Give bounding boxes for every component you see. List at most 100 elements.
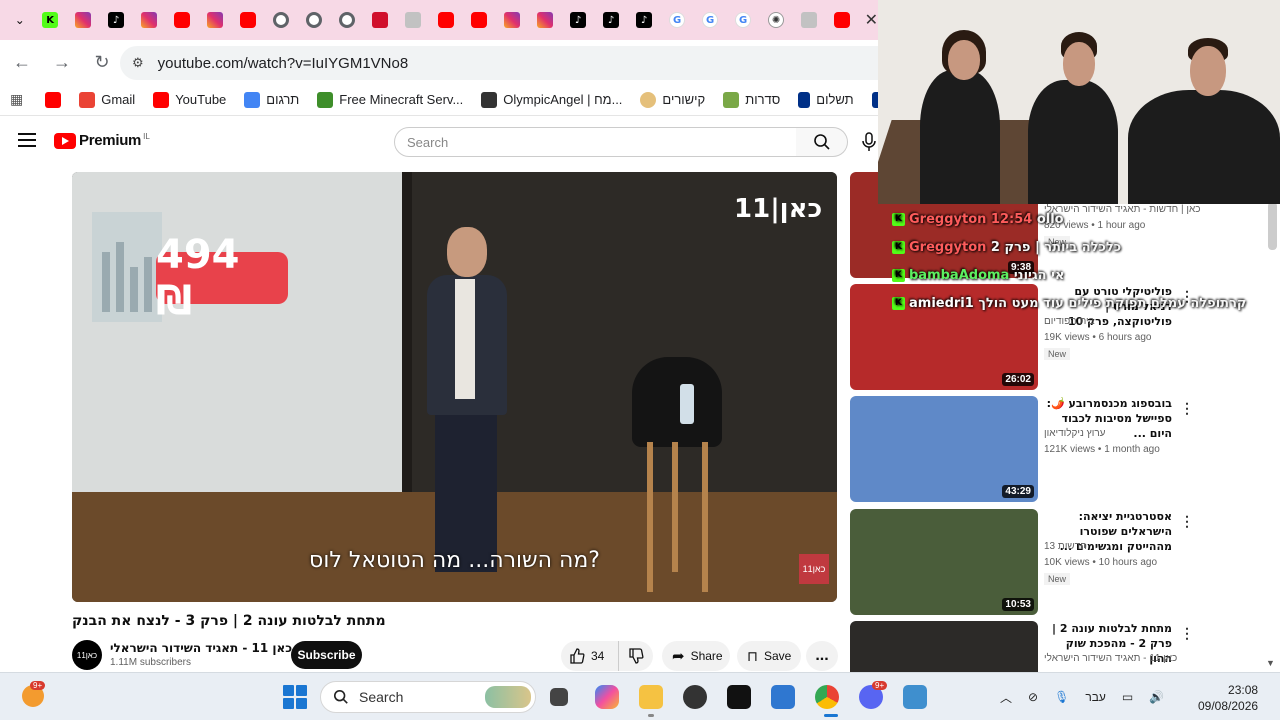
share-button[interactable]: ➦ Share bbox=[662, 641, 730, 671]
microphone-icon[interactable] bbox=[860, 132, 878, 152]
bookmark-series[interactable]: סדרות bbox=[723, 91, 780, 108]
subscribe-button[interactable]: Subscribe bbox=[291, 641, 362, 669]
browser-tab[interactable] bbox=[496, 0, 529, 40]
more-vert-icon[interactable]: ⋮ bbox=[1180, 513, 1194, 530]
channel-name[interactable]: ערוץ ניקלודיאון bbox=[1044, 428, 1105, 439]
browser-tab[interactable]: ♪ bbox=[562, 0, 595, 40]
paypal-icon bbox=[798, 91, 811, 108]
browser-tab[interactable]: G bbox=[727, 0, 760, 40]
browser-tab[interactable] bbox=[793, 0, 826, 40]
close-icon[interactable]: ✕ bbox=[865, 10, 878, 30]
browser-tab[interactable]: ♪ bbox=[100, 0, 133, 40]
browser-tab[interactable]: ♪ bbox=[595, 0, 628, 40]
task-view-icon[interactable] bbox=[550, 688, 568, 706]
menu-icon[interactable] bbox=[18, 133, 36, 147]
bookmark-payment[interactable]: תשלום bbox=[798, 91, 854, 108]
bookmark-minecraft[interactable]: Free Minecraft Serv... bbox=[317, 91, 463, 108]
reload-button[interactable]: ↻ bbox=[84, 44, 120, 80]
tab-search-dropdown[interactable]: ⌄ bbox=[6, 0, 34, 40]
chevron-up-icon[interactable]: ︿ bbox=[1000, 689, 1012, 706]
browser-tab[interactable]: ♪ bbox=[628, 0, 661, 40]
browser-tab[interactable] bbox=[529, 0, 562, 40]
recommended-video[interactable]: 10:53 אסטרטגיית יציאה: הישראלים שפוטרו מה… bbox=[848, 509, 1268, 615]
browser-tab[interactable] bbox=[364, 0, 397, 40]
photos-icon[interactable] bbox=[903, 685, 927, 709]
youtube-icon bbox=[54, 132, 76, 149]
avatar[interactable]: כאן11 bbox=[72, 640, 102, 670]
davinci-icon[interactable] bbox=[683, 685, 707, 709]
youtube-icon bbox=[174, 12, 191, 28]
browser-tab[interactable] bbox=[463, 0, 496, 40]
file-explorer-icon[interactable] bbox=[639, 685, 663, 709]
like-button[interactable]: 34 bbox=[561, 641, 619, 671]
dislike-button[interactable] bbox=[619, 641, 653, 671]
address-bar[interactable]: ⚙ youtube.com/watch?v=IuIYGM1VNo8 bbox=[120, 46, 880, 80]
date: 09/08/2026 bbox=[1198, 699, 1259, 713]
browser-tab[interactable] bbox=[397, 0, 430, 40]
browser-tab[interactable]: G bbox=[661, 0, 694, 40]
display-icon[interactable]: ▭ bbox=[1122, 690, 1133, 704]
youtube-logo[interactable]: Premium IL bbox=[54, 132, 150, 149]
chat-line: Kamiedri1 קרתופלה עמלם תפוקת פילים עוד מ… bbox=[892, 296, 1246, 311]
browser-tab[interactable]: G bbox=[694, 0, 727, 40]
channel-name[interactable]: בית הפודיום bbox=[1044, 316, 1095, 327]
ndi-icon[interactable] bbox=[727, 685, 751, 709]
search-button[interactable] bbox=[796, 127, 848, 157]
taskbar-search[interactable]: Search bbox=[320, 681, 536, 713]
forward-button[interactable]: → bbox=[44, 44, 80, 80]
search-input[interactable]: Search bbox=[394, 127, 797, 157]
scroll-down-icon[interactable]: ▼ bbox=[1266, 658, 1275, 668]
browser-tab[interactable] bbox=[265, 0, 298, 40]
more-actions-button[interactable]: ... bbox=[806, 641, 838, 671]
scrollbar[interactable] bbox=[1268, 202, 1277, 250]
clock[interactable]: 23:08 09/08/2026 bbox=[1198, 682, 1258, 714]
channel-name[interactable]: כאן 11 - תאגיד השידור הישראלי ● bbox=[110, 641, 307, 655]
bookmark-gmail[interactable]: Gmail bbox=[79, 91, 135, 108]
video-title: מתחת לבלטות עונה 2 | פרק 3 - לנצח את הבנ… bbox=[72, 613, 386, 629]
browser-tab[interactable] bbox=[133, 0, 166, 40]
language-indicator[interactable]: עבר bbox=[1085, 690, 1106, 704]
channel-name[interactable]: חדשות 13 bbox=[1044, 541, 1087, 552]
start-button[interactable] bbox=[283, 685, 307, 709]
browser-tab[interactable] bbox=[166, 0, 199, 40]
browser-tab[interactable] bbox=[199, 0, 232, 40]
video-thumbnail[interactable] bbox=[850, 621, 1038, 672]
video-thumbnail[interactable]: 10:53 bbox=[850, 509, 1038, 615]
apps-grid-icon[interactable]: ▦ bbox=[10, 91, 23, 108]
youtube-icon bbox=[438, 12, 455, 28]
bookmark-translate[interactable]: תרגום bbox=[244, 91, 299, 108]
browser-tab[interactable] bbox=[826, 0, 859, 40]
browser-tab[interactable] bbox=[331, 0, 364, 40]
recommended-video[interactable]: מתחת לבלטות עונה 2 | פרק 2 - מהפכת שוק ה… bbox=[848, 621, 1268, 672]
recommended-video[interactable]: 43:29 בובספוג מכנסמרובע 🌶️: ספיישל מסיבות… bbox=[848, 396, 1268, 502]
browser-tab[interactable] bbox=[298, 0, 331, 40]
notepad-icon[interactable] bbox=[771, 685, 795, 709]
channel-name[interactable]: כאן | חדשות - תאגיד השידור הישראלי bbox=[1044, 204, 1200, 215]
chrome-icon bbox=[306, 12, 323, 28]
channel-name[interactable]: כאן 11 - תאגיד השידור הישראלי bbox=[1044, 653, 1177, 664]
volume-icon[interactable]: 🔊 bbox=[1149, 690, 1164, 704]
save-button[interactable]: ⊓ Save bbox=[737, 641, 801, 671]
chrome-icon[interactable] bbox=[815, 685, 839, 709]
bookmark-links[interactable]: קישורים bbox=[640, 91, 705, 108]
video-thumbnail[interactable]: 43:29 bbox=[850, 396, 1038, 502]
browser-tab[interactable] bbox=[232, 0, 265, 40]
more-vert-icon[interactable]: ⋮ bbox=[1180, 400, 1194, 417]
browser-tab[interactable] bbox=[67, 0, 100, 40]
back-button[interactable]: ← bbox=[4, 44, 40, 80]
more-vert-icon[interactable]: ⋮ bbox=[1180, 625, 1194, 642]
browser-tab[interactable] bbox=[430, 0, 463, 40]
site-settings-icon[interactable]: ⚙ bbox=[132, 55, 144, 71]
microphone-icon[interactable]: 🎙 bbox=[1054, 690, 1069, 704]
chart-graphic bbox=[72, 172, 407, 492]
copilot-icon[interactable] bbox=[595, 685, 619, 709]
bookmark-youtube[interactable]: YouTube bbox=[153, 91, 226, 108]
water-bottle bbox=[680, 384, 694, 424]
bookmark-youtube-icon-only[interactable] bbox=[45, 91, 62, 108]
browser-tab[interactable]: K bbox=[34, 0, 67, 40]
reload-icon: ↻ bbox=[94, 51, 110, 72]
browser-tab[interactable]: ✺ bbox=[760, 0, 793, 40]
video-player[interactable]: 494 ₪ כאן|11 מה השורה... מה הטוטאל לוס? … bbox=[72, 172, 837, 602]
network-off-icon[interactable]: ⊘ bbox=[1028, 690, 1038, 704]
bookmark-olympic[interactable]: OlympicAngel | מח... bbox=[481, 91, 622, 108]
